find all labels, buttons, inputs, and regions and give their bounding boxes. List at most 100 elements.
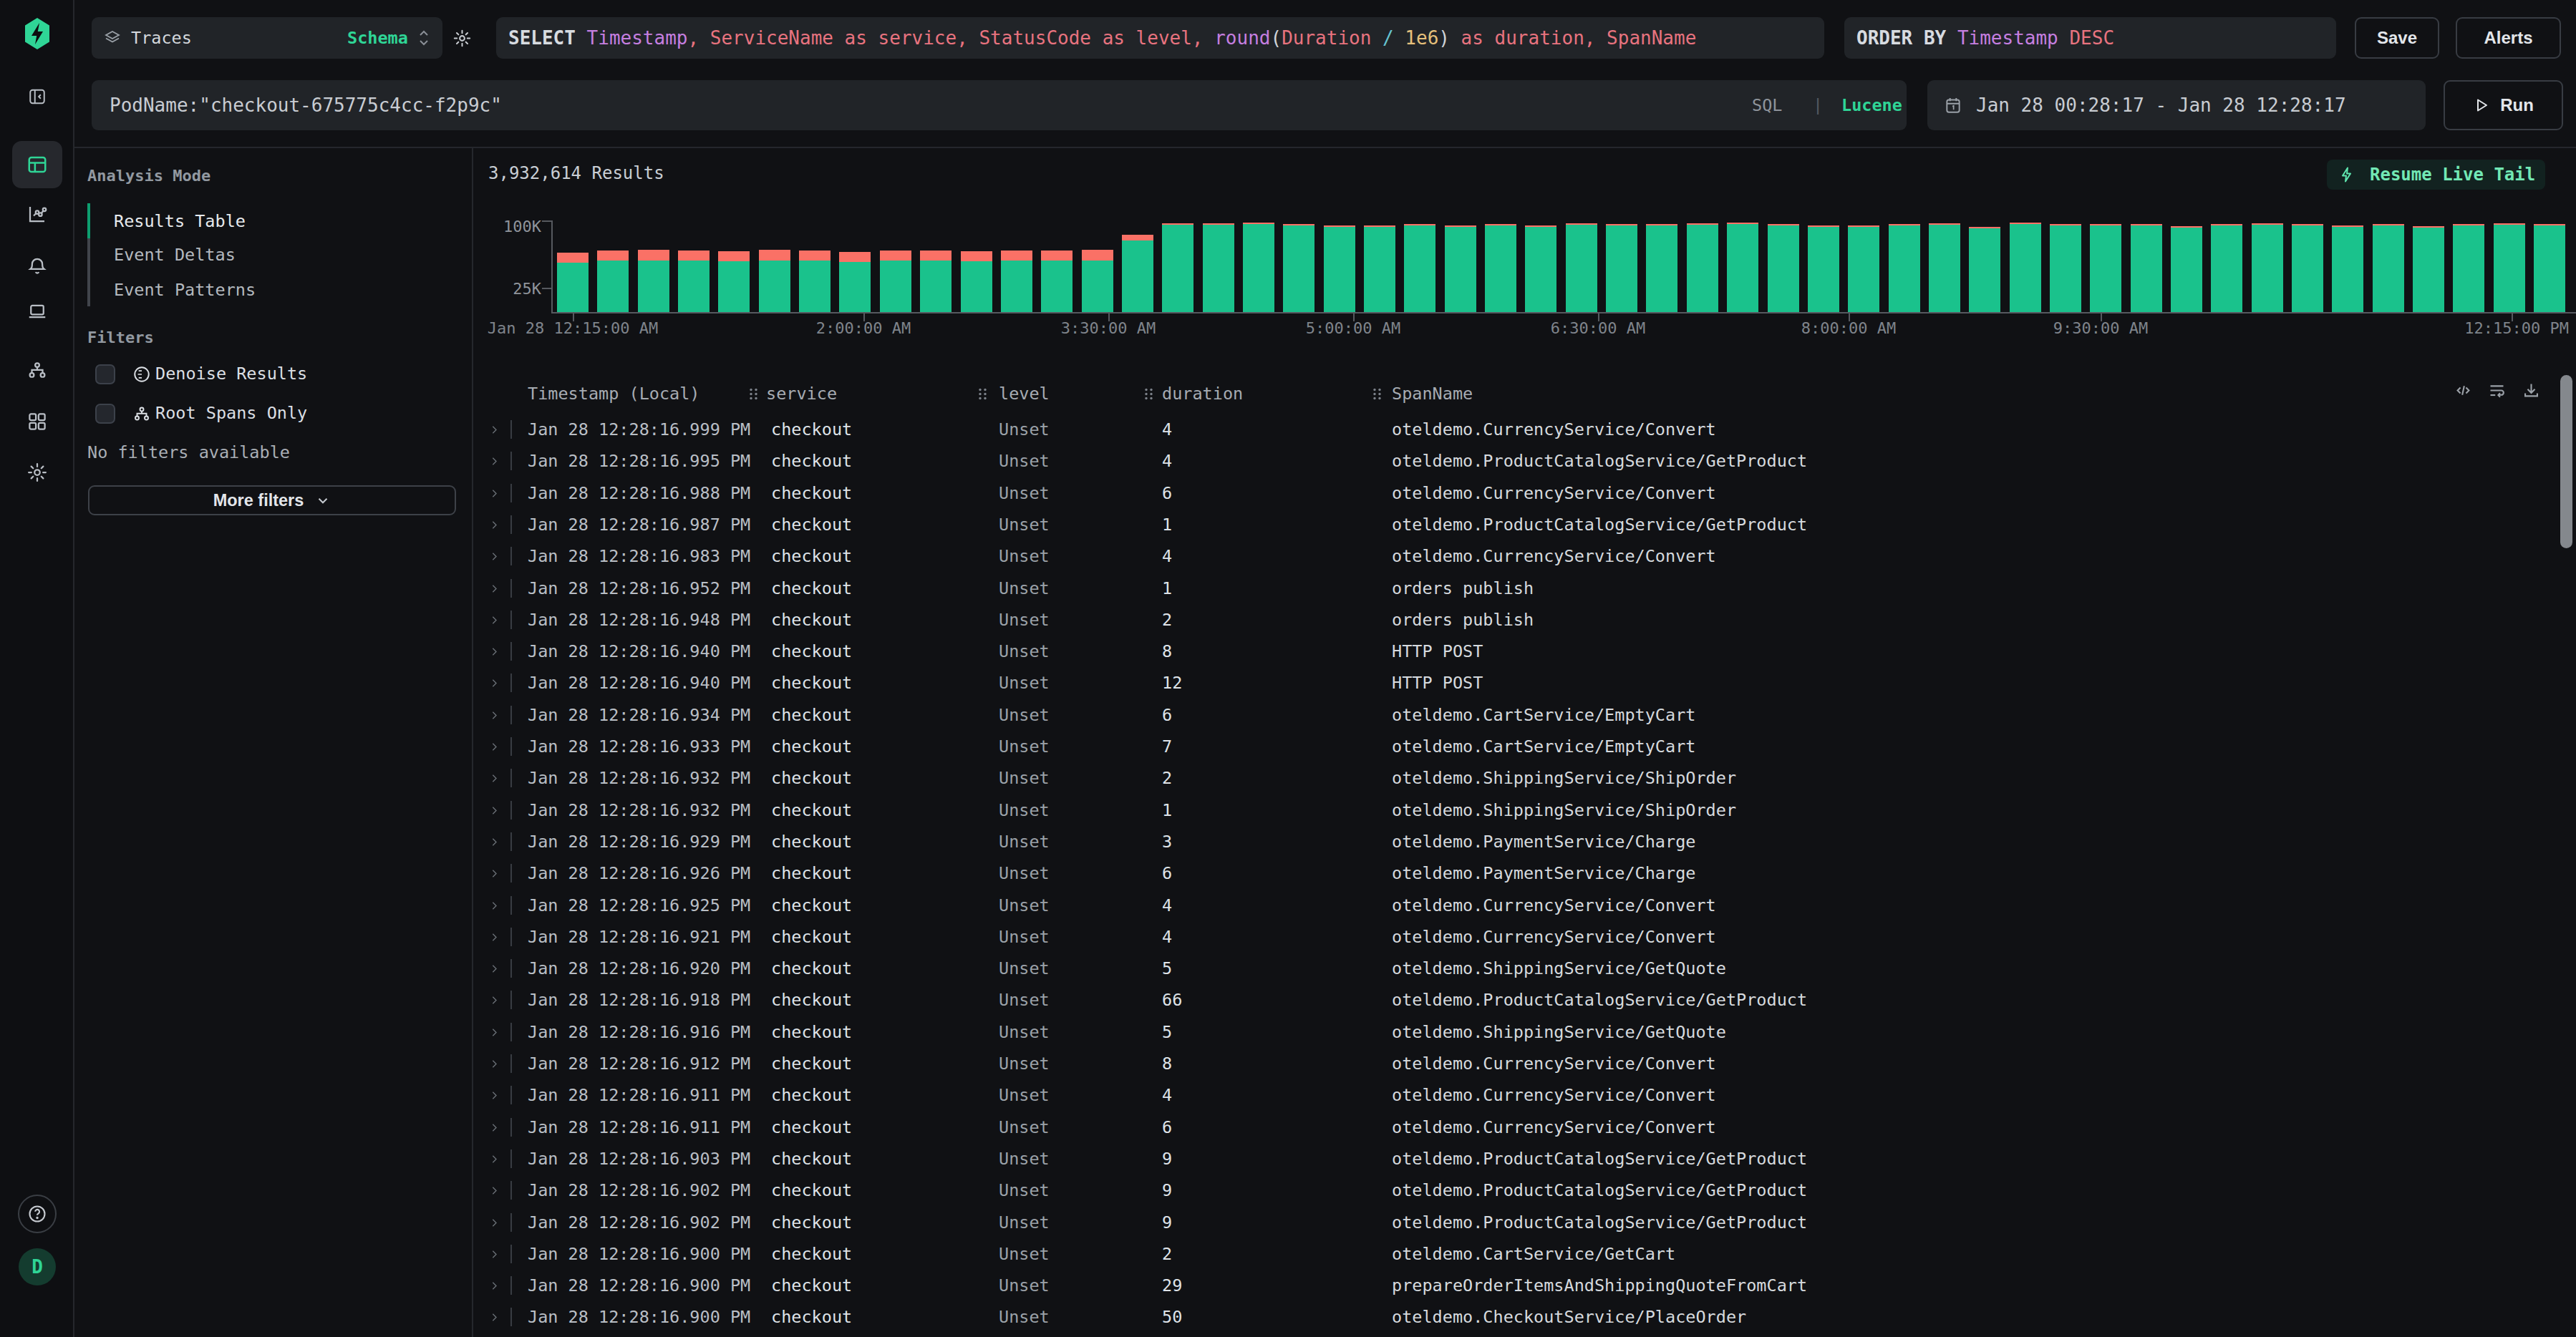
table-row[interactable]: Jan 28 12:28:16.911 PM checkout Unset 6 … — [473, 1112, 2576, 1143]
table-row[interactable]: Jan 28 12:28:16.912 PM checkout Unset 8 … — [473, 1048, 2576, 1079]
nav-alerts[interactable] — [0, 256, 74, 277]
row-expand-icon[interactable] — [489, 868, 500, 879]
row-expand-icon[interactable] — [489, 1154, 500, 1165]
row-expand-icon[interactable] — [489, 456, 500, 467]
col-grip-icon[interactable] — [1372, 387, 1382, 401]
alerts-button[interactable]: Alerts — [2456, 17, 2561, 59]
nav-sessions[interactable] — [0, 301, 74, 322]
root-spans-checkbox[interactable] — [95, 404, 115, 424]
table-row[interactable]: Jan 28 12:28:16.932 PM checkout Unset 2 … — [473, 762, 2576, 794]
row-expand-icon[interactable] — [489, 1217, 500, 1228]
table-row[interactable]: Jan 28 12:28:16.926 PM checkout Unset 6 … — [473, 857, 2576, 889]
nav-settings[interactable] — [0, 462, 74, 483]
row-expand-icon[interactable] — [489, 963, 500, 974]
row-expand-icon[interactable] — [489, 488, 500, 499]
search-input[interactable]: PodName:"checkout-675775c4cc-f2p9c" SQL … — [92, 80, 1907, 130]
table-row[interactable]: Jan 28 12:28:16.900 PM checkout Unset 50… — [473, 1301, 2576, 1333]
table-row[interactable]: Jan 28 12:28:16.916 PM checkout Unset 5 … — [473, 1016, 2576, 1048]
source-settings-gear-icon[interactable] — [452, 29, 472, 48]
row-expand-icon[interactable] — [489, 1090, 500, 1101]
row-expand-icon[interactable] — [489, 678, 500, 689]
table-row[interactable]: Jan 28 12:28:16.921 PM checkout Unset 4 … — [473, 921, 2576, 953]
mode-event-deltas[interactable]: Event Deltas — [114, 247, 236, 264]
text-wrap-icon[interactable] — [2487, 381, 2507, 400]
row-expand-icon[interactable] — [489, 520, 500, 530]
table-row[interactable]: Jan 28 12:28:16.920 PM checkout Unset 5 … — [473, 953, 2576, 984]
row-expand-icon[interactable] — [489, 900, 500, 911]
col-timestamp[interactable]: Timestamp (Local) — [528, 384, 700, 403]
row-expand-icon[interactable] — [489, 837, 500, 847]
denoise-checkbox[interactable] — [95, 364, 115, 384]
table-row[interactable]: Jan 28 12:28:16.933 PM checkout Unset 7 … — [473, 731, 2576, 762]
order-by-input[interactable]: ORDER BY Timestamp DESC — [1844, 17, 2336, 59]
row-expand-icon[interactable] — [489, 805, 500, 816]
col-grip-icon[interactable] — [978, 387, 987, 401]
download-icon[interactable] — [2522, 381, 2541, 400]
sidebar-collapse-button[interactable] — [0, 87, 74, 106]
table-row[interactable]: Jan 28 12:28:16.987 PM checkout Unset 1 … — [473, 509, 2576, 540]
view-source-icon[interactable] — [2454, 381, 2473, 400]
row-expand-icon[interactable] — [489, 615, 500, 626]
sql-select-input[interactable]: SELECT Timestamp, ServiceName as service… — [496, 17, 1824, 59]
col-spanname[interactable]: SpanName — [1392, 384, 1473, 403]
table-row[interactable]: Jan 28 12:28:16.934 PM checkout Unset 6 … — [473, 699, 2576, 731]
table-row[interactable]: Jan 28 12:28:16.932 PM checkout Unset 1 … — [473, 794, 2576, 826]
lang-sql-toggle[interactable]: SQL — [1752, 97, 1782, 115]
table-row[interactable]: Jan 28 12:28:16.940 PM checkout Unset 8 … — [473, 636, 2576, 667]
lang-lucene-toggle[interactable]: Lucene — [1841, 97, 1902, 115]
nav-dashboards[interactable] — [0, 411, 74, 432]
row-expand-icon[interactable] — [489, 646, 500, 657]
table-row[interactable]: Jan 28 12:28:16.900 PM checkout Unset 29… — [473, 1270, 2576, 1301]
col-grip-icon[interactable] — [749, 387, 758, 401]
root-spans-label[interactable]: Root Spans Only — [155, 405, 307, 422]
row-expand-icon[interactable] — [489, 1122, 500, 1133]
source-selector[interactable]: Traces Schema — [92, 17, 442, 59]
mode-event-patterns[interactable]: Event Patterns — [114, 282, 256, 299]
table-row[interactable]: Jan 28 12:28:16.929 PM checkout Unset 3 … — [473, 826, 2576, 857]
table-row[interactable]: Jan 28 12:28:16.983 PM checkout Unset 4 … — [473, 540, 2576, 572]
app-logo[interactable] — [0, 18, 74, 49]
help-button[interactable] — [0, 1195, 74, 1233]
table-row[interactable]: Jan 28 12:28:16.925 PM checkout Unset 4 … — [473, 890, 2576, 921]
row-expand-icon[interactable] — [489, 551, 500, 562]
denoise-label[interactable]: Denoise Results — [155, 366, 307, 383]
table-row[interactable]: Jan 28 12:28:16.902 PM checkout Unset 9 … — [473, 1175, 2576, 1206]
table-row[interactable]: Jan 28 12:28:16.902 PM checkout Unset 9 … — [473, 1207, 2576, 1238]
row-expand-icon[interactable] — [489, 1280, 500, 1291]
table-row[interactable]: Jan 28 12:28:16.940 PM checkout Unset 12… — [473, 667, 2576, 699]
nav-search-active[interactable] — [0, 141, 74, 188]
row-expand-icon[interactable] — [489, 1249, 500, 1260]
row-expand-icon[interactable] — [489, 742, 500, 752]
user-avatar[interactable]: D — [0, 1248, 74, 1285]
resume-live-tail-button[interactable]: Resume Live Tail — [2327, 160, 2545, 190]
nav-chart-explorer[interactable] — [0, 203, 74, 225]
row-expand-icon[interactable] — [489, 710, 500, 721]
more-filters-button[interactable]: More filters — [88, 485, 456, 515]
table-row[interactable]: Jan 28 12:28:16.911 PM checkout Unset 4 … — [473, 1079, 2576, 1111]
row-expand-icon[interactable] — [489, 932, 500, 943]
row-expand-icon[interactable] — [489, 424, 500, 435]
table-row[interactable]: Jan 28 12:28:16.918 PM checkout Unset 66… — [473, 984, 2576, 1016]
time-range-picker[interactable]: Jan 28 00:28:17 - Jan 28 12:28:17 — [1927, 80, 2426, 130]
row-expand-icon[interactable] — [489, 995, 500, 1006]
col-duration[interactable]: duration — [1162, 384, 1243, 403]
nav-services[interactable] — [0, 359, 74, 381]
table-row[interactable]: Jan 28 12:28:16.952 PM checkout Unset 1 … — [473, 573, 2576, 604]
row-expand-icon[interactable] — [489, 1059, 500, 1069]
row-expand-icon[interactable] — [489, 1027, 500, 1038]
table-row[interactable]: Jan 28 12:28:16.948 PM checkout Unset 2 … — [473, 604, 2576, 636]
table-row[interactable]: Jan 28 12:28:16.988 PM checkout Unset 6 … — [473, 477, 2576, 509]
row-expand-icon[interactable] — [489, 773, 500, 784]
row-expand-icon[interactable] — [489, 1312, 500, 1323]
table-row[interactable]: Jan 28 12:28:16.999 PM checkout Unset 4 … — [473, 414, 2576, 445]
run-button[interactable]: Run — [2444, 80, 2563, 130]
save-button[interactable]: Save — [2355, 17, 2439, 59]
mode-results-table[interactable]: Results Table — [114, 213, 246, 230]
table-row[interactable]: Jan 28 12:28:16.900 PM checkout Unset 2 … — [473, 1238, 2576, 1270]
col-grip-icon[interactable] — [1144, 387, 1153, 401]
col-level[interactable]: level — [999, 384, 1050, 403]
col-service[interactable]: service — [766, 384, 837, 403]
row-expand-icon[interactable] — [489, 1185, 500, 1196]
table-row[interactable]: Jan 28 12:28:16.995 PM checkout Unset 4 … — [473, 445, 2576, 477]
table-row[interactable]: Jan 28 12:28:16.903 PM checkout Unset 9 … — [473, 1143, 2576, 1175]
